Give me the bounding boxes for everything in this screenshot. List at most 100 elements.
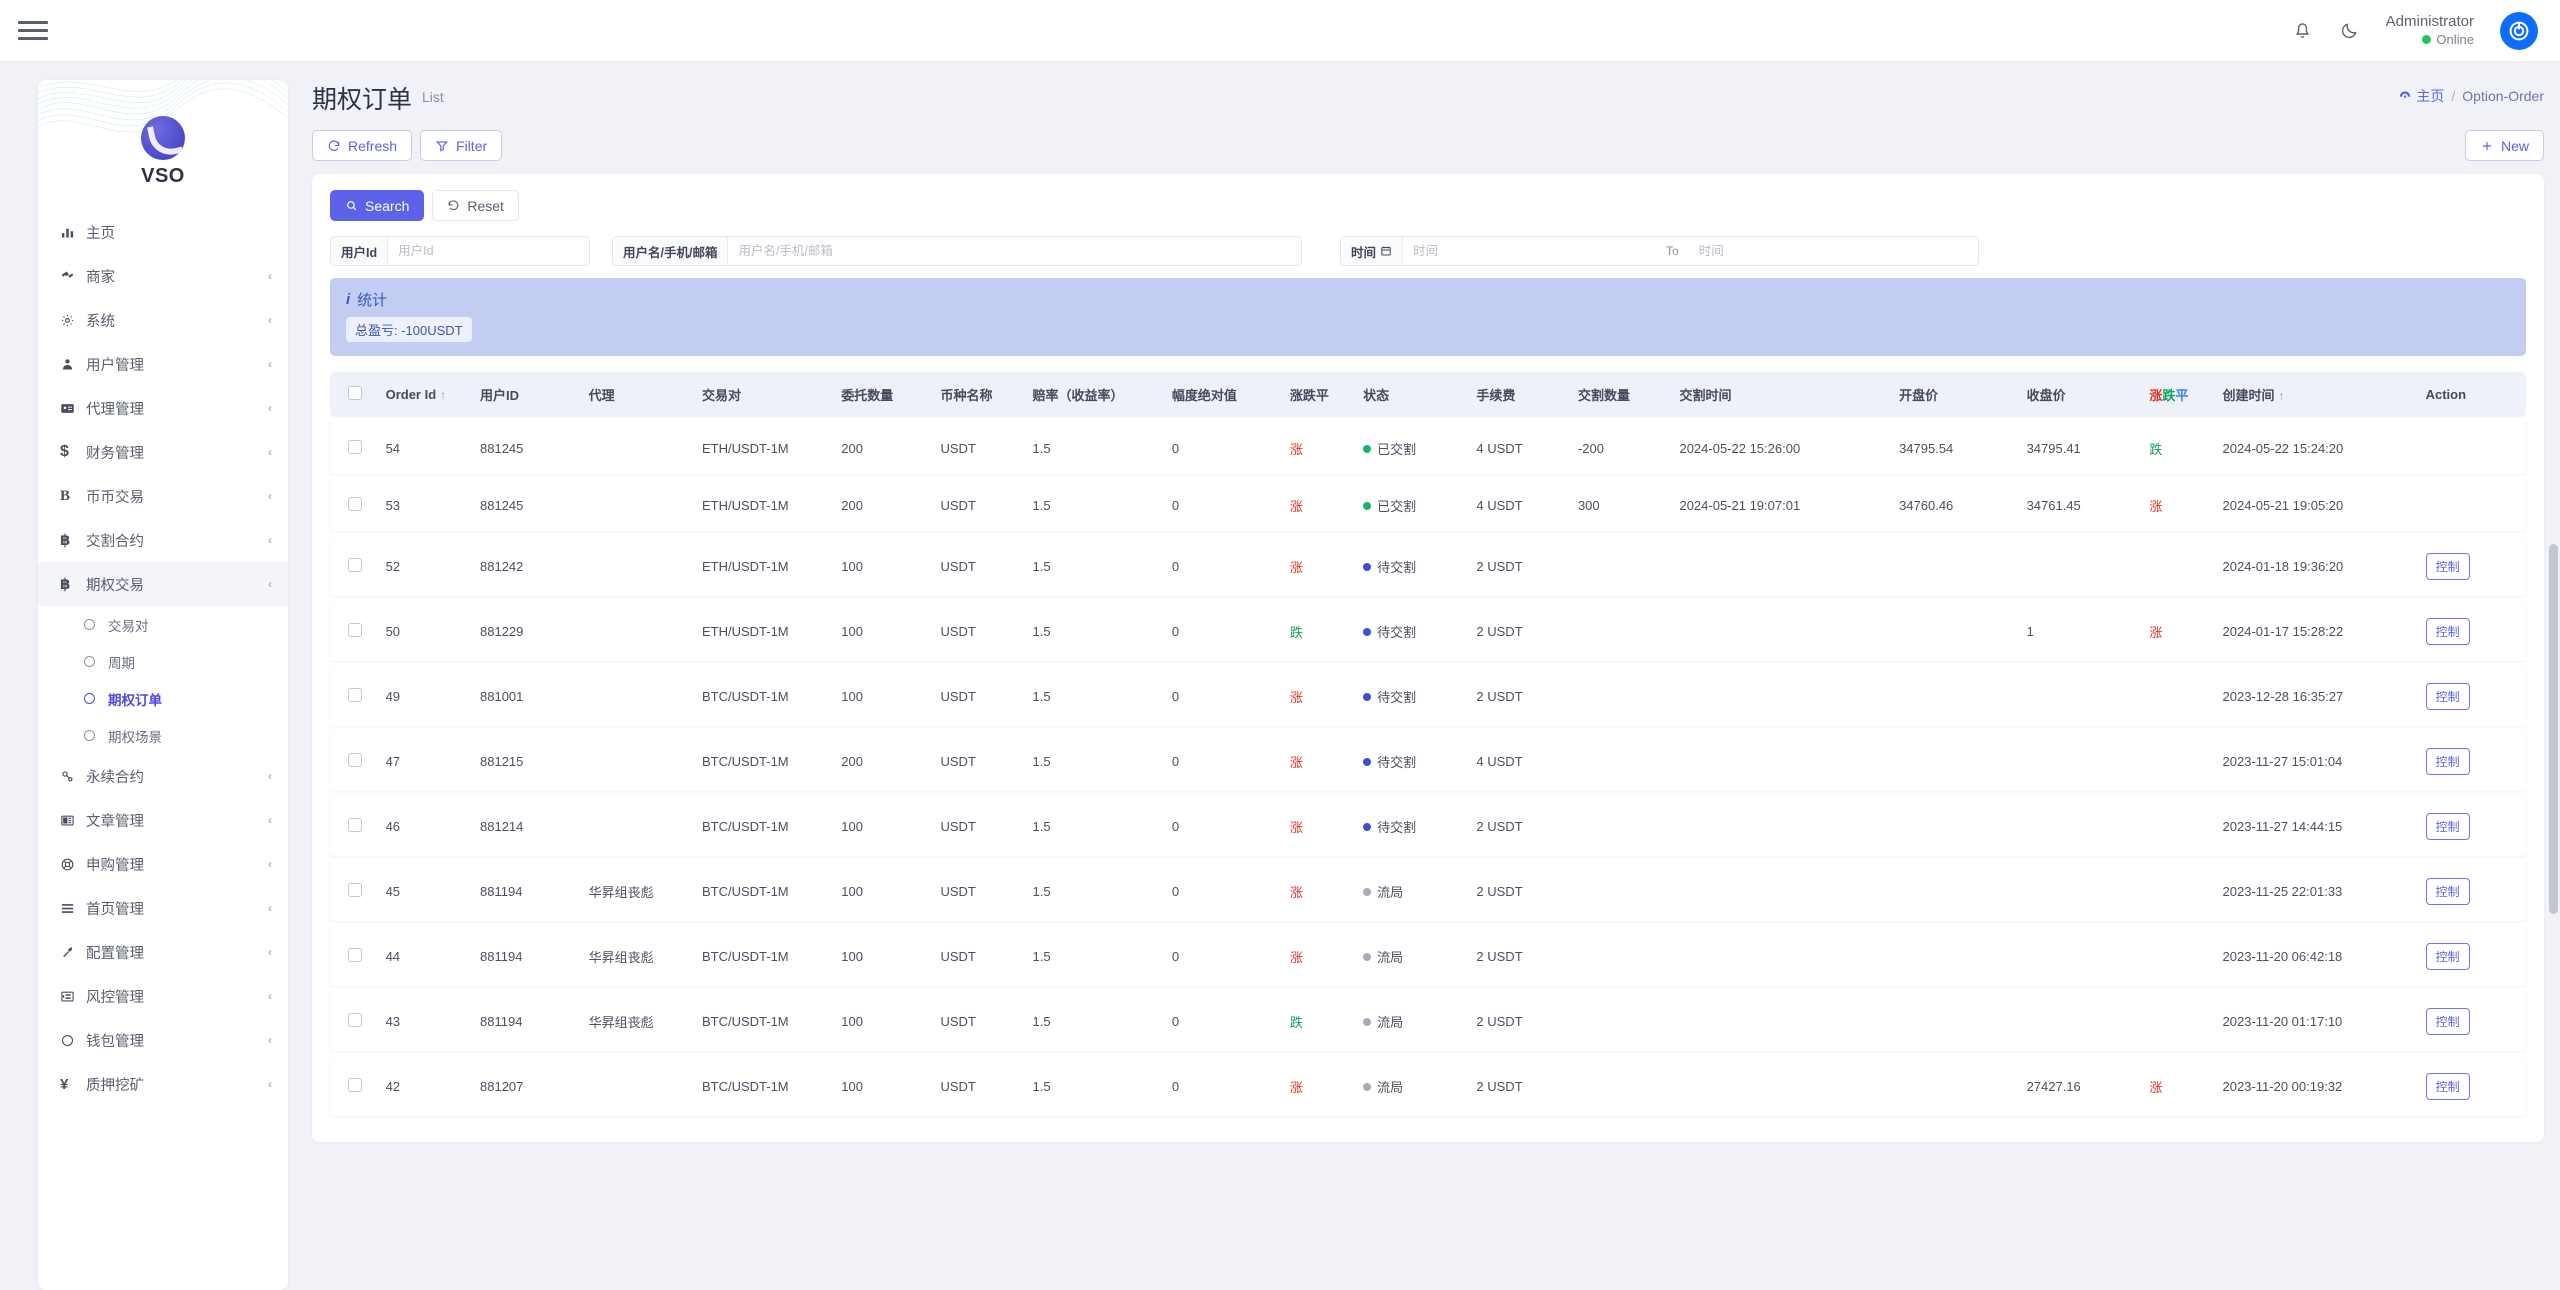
table-row[interactable]: 44 881194 华昇组丧彪 BTC/USDT-1M 100 USDT 1.5 0 涨 流局 2 …	[330, 927, 2526, 986]
control-button[interactable]: 控制	[2425, 878, 2470, 905]
table-row[interactable]: 46 881214 BTC/USDT-1M 100 USDT 1.5 0 涨 待交割 2 USDT…	[330, 797, 2526, 856]
sidebar-item-6[interactable]: B 币币交易 ‹	[38, 474, 288, 518]
row-checkbox[interactable]	[348, 1013, 362, 1027]
cell-abs_amp: 0	[1165, 992, 1284, 1051]
chevron-left-icon: ‹	[268, 769, 272, 783]
column-header-label: Order Id	[385, 387, 437, 402]
hamburger-icon[interactable]	[18, 19, 48, 43]
moon-icon[interactable]	[2339, 20, 2360, 41]
table-row[interactable]: 52 881242 ETH/USDT-1M 100 USDT 1.5 0 涨 待交割 2 USDT…	[330, 537, 2526, 596]
sidebar-item-11[interactable]: 申购管理 ‹	[38, 842, 288, 886]
table-row[interactable]: 54 881245 ETH/USDT-1M 200 USDT 1.5 0 涨 已交割 4 USDT…	[330, 423, 2526, 474]
brand: VSO	[38, 116, 288, 188]
sidebar-item-9[interactable]: 永续合约 ‹	[38, 754, 288, 798]
select-all-checkbox[interactable]	[348, 386, 362, 400]
row-checkbox[interactable]	[348, 497, 362, 511]
sidebar-item-2[interactable]: 系统 ‹	[38, 298, 288, 342]
row-checkbox[interactable]	[348, 623, 362, 637]
cell-abs_amp: 0	[1165, 797, 1284, 856]
sidebar-item-13[interactable]: 配置管理 ‹	[38, 930, 288, 974]
control-button[interactable]: 控制	[2425, 943, 2470, 970]
row-checkbox[interactable]	[348, 688, 362, 702]
sort-arrow-icon[interactable]: ↑	[440, 388, 446, 402]
avatar[interactable]	[2500, 11, 2538, 50]
row-checkbox[interactable]	[348, 753, 362, 767]
cell-agent	[582, 537, 696, 596]
sidebar-item-7[interactable]: ฿ 交割合约 ‹	[38, 518, 288, 562]
row-checkbox[interactable]	[348, 948, 362, 962]
column-header-result: 涨跌平	[2143, 372, 2217, 417]
breadcrumb-home[interactable]: 主页	[2398, 86, 2444, 106]
time-from-input[interactable]	[1403, 237, 1656, 265]
control-button[interactable]: 控制	[2425, 748, 2470, 775]
sidebar-item-0[interactable]: 主页	[38, 210, 288, 254]
sidebar-item-10[interactable]: 文章管理 ‹	[38, 798, 288, 842]
time-from-field[interactable]: 时间	[1340, 236, 1656, 266]
cell-settle_qty	[1571, 602, 1674, 661]
search-button[interactable]: Search	[330, 190, 425, 221]
sidebar-subitem-1[interactable]: 周期	[38, 643, 288, 680]
table-row[interactable]: 49 881001 BTC/USDT-1M 100 USDT 1.5 0 涨 待交割 2 USDT…	[330, 667, 2526, 726]
cell-result	[2143, 992, 2217, 1051]
row-checkbox[interactable]	[348, 558, 362, 572]
cell-close_price: 1	[2020, 602, 2144, 661]
row-checkbox[interactable]	[348, 440, 362, 454]
cell-user_id: 881207	[474, 1057, 583, 1116]
user-id-field[interactable]: 用户Id	[330, 236, 590, 266]
sidebar-subitem-label: 期权订单	[108, 692, 162, 708]
control-button[interactable]: 控制	[2425, 683, 2470, 710]
table-row[interactable]: 50 881229 ETH/USDT-1M 100 USDT 1.5 0 跌 待交割 2 USDT…	[330, 602, 2526, 661]
control-button[interactable]: 控制	[2425, 553, 2470, 580]
status-badge: 流局	[1363, 947, 1403, 966]
status-badge: 流局	[1363, 882, 1403, 901]
sidebar-item-label: 财务管理	[86, 445, 144, 462]
reset-button[interactable]: Reset	[432, 190, 519, 221]
filter-button[interactable]: Filter	[420, 130, 503, 161]
user-id-input[interactable]	[388, 237, 589, 265]
cell-coin: USDT	[934, 423, 1027, 474]
sidebar-item-12[interactable]: 首页管理 ‹	[38, 886, 288, 930]
column-header-created[interactable]: 创建时间 ↑	[2216, 372, 2420, 417]
sidebar-item-4[interactable]: 代理管理 ‹	[38, 386, 288, 430]
column-header-order_id[interactable]: Order Id ↑	[379, 372, 475, 417]
control-button[interactable]: 控制	[2425, 618, 2470, 645]
bell-icon[interactable]	[2292, 20, 2313, 41]
scrollbar-thumb[interactable]	[2549, 544, 2558, 914]
row-checkbox[interactable]	[348, 883, 362, 897]
table-row[interactable]: 45 881194 华昇组丧彪 BTC/USDT-1M 100 USDT 1.5 0 涨 流局 2 …	[330, 862, 2526, 921]
sidebar-subitem-0[interactable]: 交易对	[38, 606, 288, 643]
page-scrollbar[interactable]	[2549, 64, 2558, 1254]
row-checkbox[interactable]	[348, 818, 362, 832]
cell-amount: 100	[835, 927, 935, 986]
cell-odds: 1.5	[1026, 992, 1166, 1051]
table-row[interactable]: 43 881194 华昇组丧彪 BTC/USDT-1M 100 USDT 1.5 0 跌 流局 2 …	[330, 992, 2526, 1051]
username-input[interactable]	[728, 237, 1301, 265]
cell-status: 待交割	[1357, 537, 1471, 596]
direction-value: 涨	[1289, 820, 1303, 835]
username-field[interactable]: 用户名/手机/邮箱	[612, 236, 1302, 266]
table-row[interactable]: 47 881215 BTC/USDT-1M 200 USDT 1.5 0 涨 待交割 4 USDT…	[330, 732, 2526, 791]
control-button[interactable]: 控制	[2425, 1073, 2470, 1100]
row-checkbox[interactable]	[348, 1078, 362, 1092]
sort-arrow-icon[interactable]: ↑	[2279, 389, 2285, 403]
time-to-input[interactable]	[1688, 237, 1978, 265]
control-button[interactable]: 控制	[2425, 813, 2470, 840]
control-button[interactable]: 控制	[2425, 1008, 2470, 1035]
sidebar-item-1[interactable]: 商家 ‹	[38, 254, 288, 298]
cell-open_price	[1893, 927, 2021, 986]
sidebar-item-15[interactable]: 钱包管理 ‹	[38, 1018, 288, 1062]
status-badge: 待交割	[1363, 687, 1416, 706]
sidebar-item-16[interactable]: ¥ 质押挖矿 ‹	[38, 1062, 288, 1106]
sidebar-subitem-2[interactable]: 期权订单	[38, 680, 288, 717]
sidebar-item-5[interactable]: $ 财务管理 ‹	[38, 430, 288, 474]
sidebar-item-14[interactable]: 风控管理 ‹	[38, 974, 288, 1018]
refresh-button[interactable]: Refresh	[312, 130, 413, 161]
sidebar-subitem-3[interactable]: 期权场景	[38, 717, 288, 754]
table-row[interactable]: 53 881245 ETH/USDT-1M 200 USDT 1.5 0 涨已交割 4 USDT…	[330, 480, 2526, 531]
new-button[interactable]: New	[2464, 130, 2544, 161]
user-info[interactable]: Administrator Online	[2386, 13, 2474, 48]
time-to-field[interactable]	[1688, 236, 1979, 266]
sidebar-item-8[interactable]: ฿ 期权交易 ‹	[38, 562, 288, 606]
table-row[interactable]: 42 881207 BTC/USDT-1M 100 USDT 1.5 0 涨流局 2 USDT 2…	[330, 1057, 2526, 1116]
sidebar-item-3[interactable]: 用户管理 ‹	[38, 342, 288, 386]
